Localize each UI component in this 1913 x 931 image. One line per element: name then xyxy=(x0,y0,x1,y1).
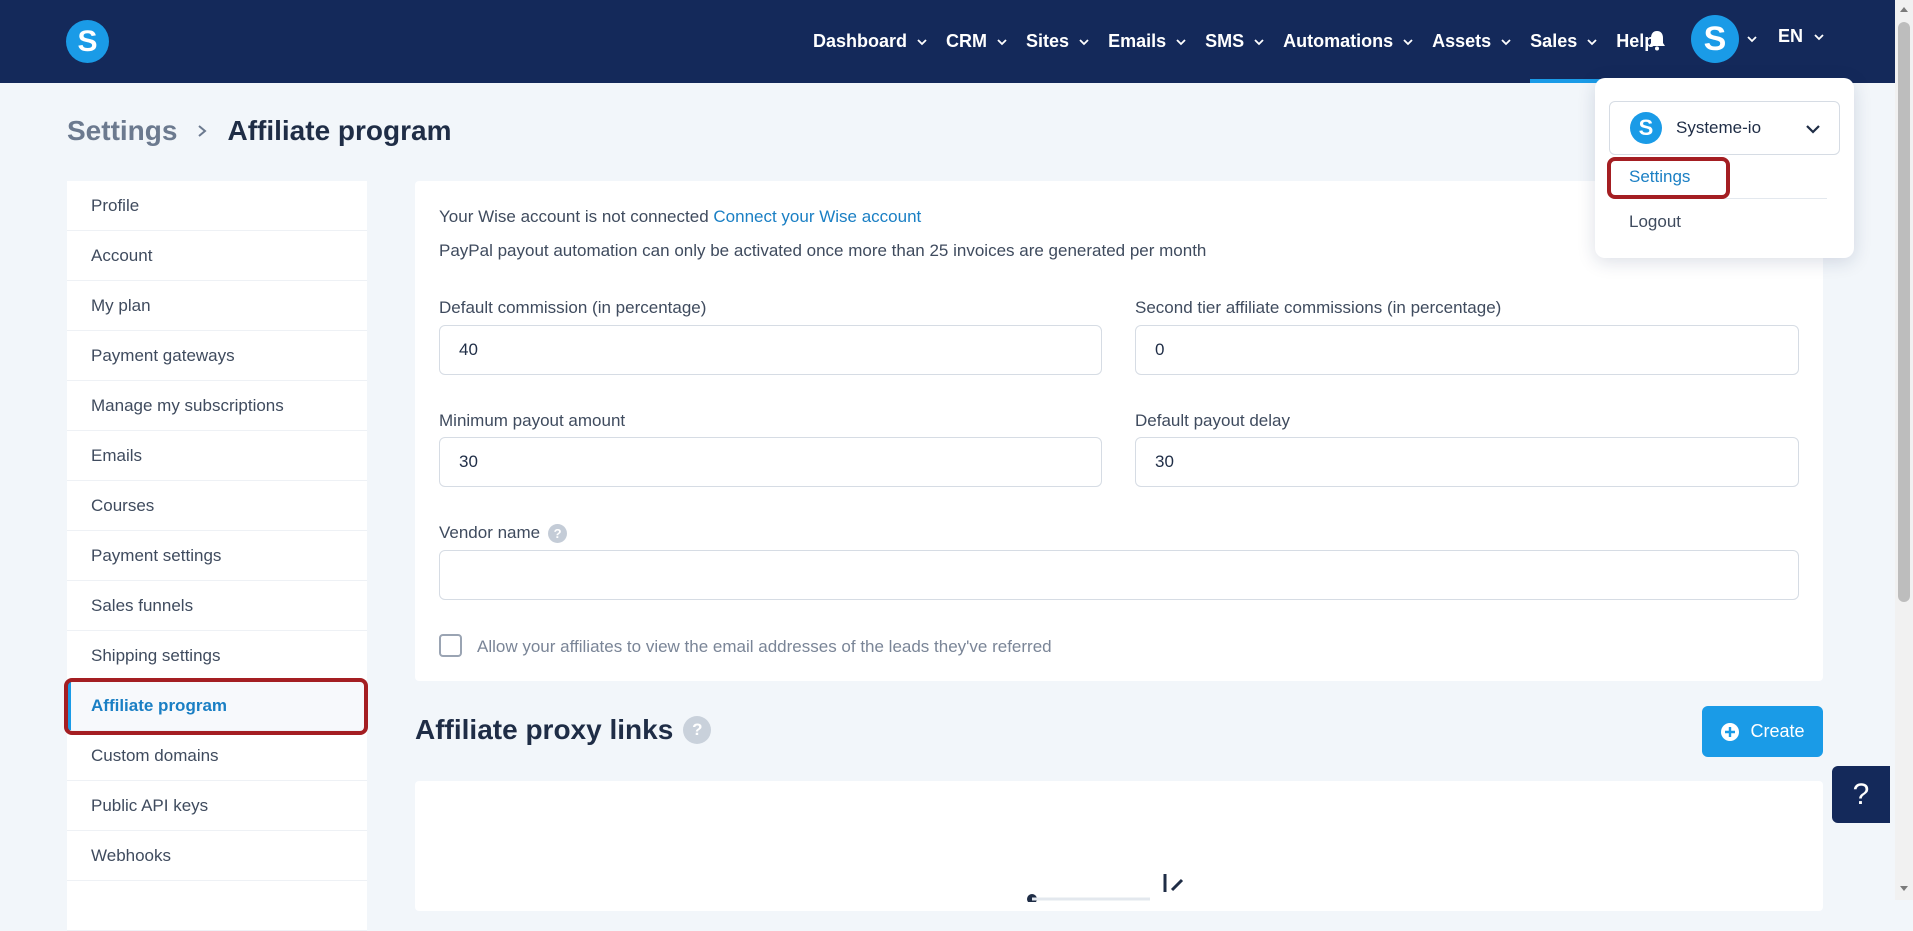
default-commission-input[interactable]: 40 xyxy=(439,325,1102,375)
scroll-up-arrow-icon[interactable] xyxy=(1899,4,1909,14)
wise-status-line: Your Wise account is not connected Conne… xyxy=(439,207,921,227)
affiliate-proxy-links-heading: Affiliate proxy links ? xyxy=(415,714,712,746)
payout-delay-label: Default payout delay xyxy=(1135,411,1290,430)
sidebar-item-my-plan[interactable]: My plan xyxy=(67,281,367,331)
vendor-name-label: Vendor name xyxy=(439,523,541,542)
chevron-down-icon xyxy=(997,38,1007,45)
sidebar-item-courses[interactable]: Courses xyxy=(67,481,367,531)
settings-sidebar: Profile Account My plan Payment gateways… xyxy=(67,181,367,931)
nav-emails[interactable]: Emails xyxy=(1108,0,1196,83)
sidebar-item-more[interactable] xyxy=(67,881,367,931)
vendor-name-help-icon[interactable]: ? xyxy=(548,523,568,543)
help-widget-button[interactable]: ? xyxy=(1832,766,1890,823)
nav-automations-label: Automations xyxy=(1283,31,1394,51)
chevron-down-icon xyxy=(1587,38,1597,45)
scrollbar-thumb[interactable] xyxy=(1898,22,1910,602)
sidebar-item-account[interactable]: Account xyxy=(67,231,367,281)
highlight-affiliate-program xyxy=(64,678,368,735)
sidebar-item-shipping-settings[interactable]: Shipping settings xyxy=(67,631,367,681)
chevron-right-icon xyxy=(198,125,208,137)
sidebar-item-profile[interactable]: Profile xyxy=(67,181,367,231)
account-logo: S xyxy=(1630,112,1662,144)
main-nav: Dashboard CRM Sites Emails SMS Automatio… xyxy=(813,0,1673,83)
account-switcher[interactable]: S Systeme-io xyxy=(1609,101,1840,155)
sidebar-item-sales-funnels[interactable]: Sales funnels xyxy=(67,581,367,631)
sidebar-item-public-api-keys[interactable]: Public API keys xyxy=(67,781,367,831)
page-title: Affiliate program xyxy=(227,115,452,146)
chevron-down-icon xyxy=(1403,38,1413,45)
breadcrumb: Settings Affiliate program xyxy=(67,115,452,147)
nav-assets-label: Assets xyxy=(1432,31,1492,51)
nav-crm-label: CRM xyxy=(946,31,988,51)
systeme-logo[interactable]: S xyxy=(66,20,109,63)
nav-sites-label: Sites xyxy=(1026,31,1070,51)
show-lead-emails-checkbox[interactable] xyxy=(439,634,462,657)
highlight-settings-menu-item xyxy=(1607,157,1730,199)
menu-item-logout[interactable]: Logout xyxy=(1629,212,1681,232)
plus-circle-icon xyxy=(1721,722,1740,741)
chevron-down-icon xyxy=(1079,38,1089,45)
sidebar-item-payment-gateways[interactable]: Payment gateways xyxy=(67,331,367,381)
nav-emails-label: Emails xyxy=(1108,31,1167,51)
sidebar-item-manage-subscriptions[interactable]: Manage my subscriptions xyxy=(67,381,367,431)
nav-assets[interactable]: Assets xyxy=(1432,0,1521,83)
min-payout-input[interactable]: 30 xyxy=(439,437,1102,487)
nav-sms[interactable]: SMS xyxy=(1205,0,1274,83)
show-lead-emails-label: Allow your affiliates to view the email … xyxy=(477,637,1052,656)
default-commission-label: Default commission (in percentage) xyxy=(439,298,707,317)
payout-delay-input[interactable]: 30 xyxy=(1135,437,1799,487)
chevron-down-icon xyxy=(1176,38,1186,45)
second-tier-input[interactable]: 0 xyxy=(1135,325,1799,375)
chevron-down-icon xyxy=(1814,33,1824,40)
min-payout-label: Minimum payout amount xyxy=(439,411,626,430)
proxy-links-help-icon[interactable]: ? xyxy=(683,716,712,744)
paypal-note: PayPal payout automation can only be act… xyxy=(439,241,1207,260)
empty-state-illustration xyxy=(1027,874,1184,902)
connect-wise-link[interactable]: Connect your Wise account xyxy=(713,207,921,226)
top-navigation-bar: S Dashboard CRM Sites Emails SMS Automat… xyxy=(0,0,1895,83)
sidebar-item-emails[interactable]: Emails xyxy=(67,431,367,481)
user-avatar[interactable]: S xyxy=(1691,15,1739,63)
scroll-down-arrow-icon[interactable] xyxy=(1899,884,1909,894)
sidebar-item-payment-settings[interactable]: Payment settings xyxy=(67,531,367,581)
nav-dashboard-label: Dashboard xyxy=(813,31,908,51)
chevron-down-icon xyxy=(917,38,927,45)
nav-sales[interactable]: Sales xyxy=(1530,0,1608,83)
nav-sms-label: SMS xyxy=(1205,31,1245,51)
proxy-links-title: Affiliate proxy links xyxy=(415,714,674,745)
sidebar-item-webhooks[interactable]: Webhooks xyxy=(67,831,367,881)
create-button-label: Create xyxy=(1750,721,1805,741)
create-proxy-link-button[interactable]: Create xyxy=(1702,706,1823,757)
chevron-down-icon[interactable] xyxy=(1746,33,1758,45)
language-label: EN xyxy=(1778,26,1804,46)
sidebar-item-custom-domains[interactable]: Custom domains xyxy=(67,731,367,781)
proxy-links-empty-card xyxy=(415,781,1823,911)
bell-icon[interactable] xyxy=(1645,28,1669,52)
chevron-down-icon xyxy=(1501,38,1511,45)
vendor-name-label-row: Vendor name ? xyxy=(439,523,568,543)
wise-status-text: Your Wise account is not connected xyxy=(439,207,709,226)
account-name: Systeme-io xyxy=(1676,118,1762,137)
language-selector[interactable]: EN xyxy=(1778,26,1825,47)
nav-sites[interactable]: Sites xyxy=(1026,0,1099,83)
chevron-down-icon xyxy=(1254,38,1264,45)
nav-crm[interactable]: CRM xyxy=(946,0,1017,83)
breadcrumb-settings-link[interactable]: Settings xyxy=(67,115,177,147)
nav-dashboard[interactable]: Dashboard xyxy=(813,0,937,83)
nav-automations[interactable]: Automations xyxy=(1283,0,1423,83)
second-tier-label: Second tier affiliate commissions (in pe… xyxy=(1135,298,1502,317)
chevron-down-icon xyxy=(1806,125,1820,134)
nav-sales-label: Sales xyxy=(1530,31,1578,51)
vendor-name-input[interactable] xyxy=(439,550,1799,600)
